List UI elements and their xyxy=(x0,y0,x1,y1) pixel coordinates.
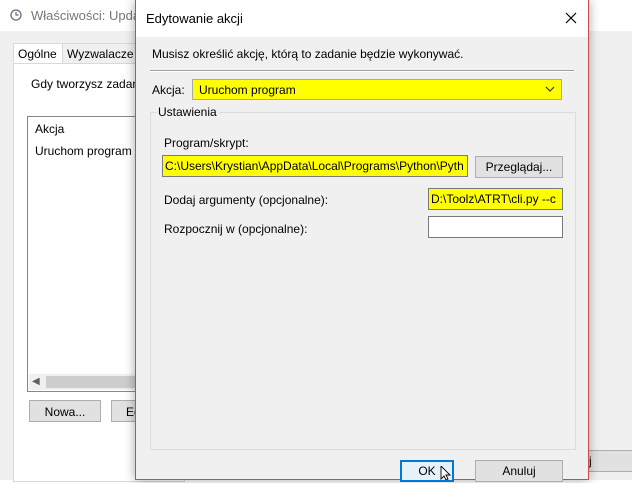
clock-icon xyxy=(10,9,22,21)
list-item[interactable]: Uruchom program xyxy=(35,144,132,158)
action-label: Akcja: xyxy=(152,83,185,97)
actions-description: Gdy tworzysz zadani xyxy=(31,77,142,91)
program-script-field[interactable]: C:\Users\Krystian\AppData\Local\Programs… xyxy=(162,155,468,177)
edit-action-dialog: Edytowanie akcji Musisz określić akcję, … xyxy=(135,0,589,482)
settings-legend: Ustawienia xyxy=(156,105,219,119)
background-window-title: Właściwości: Update xyxy=(31,8,151,23)
new-action-button[interactable]: Nowa... xyxy=(29,400,101,422)
chevron-down-icon[interactable] xyxy=(543,82,557,96)
arguments-field[interactable]: D:\Toolz\ATRT\cli.py --c xyxy=(428,188,563,210)
dialog-title-bar: Edytowanie akcji xyxy=(136,0,588,37)
close-button[interactable] xyxy=(554,5,588,31)
cancel-button[interactable]: Anuluj xyxy=(475,460,563,482)
start-in-field[interactable] xyxy=(428,216,563,238)
action-dropdown-value: Uruchom program xyxy=(199,83,296,97)
actions-list-header[interactable]: Akcja xyxy=(35,122,64,136)
close-icon xyxy=(565,12,577,24)
browse-button[interactable]: Przeglądaj... xyxy=(475,156,563,178)
tab-triggers[interactable]: Wyzwalacze xyxy=(62,43,142,64)
dialog-title: Edytowanie akcji xyxy=(146,11,243,26)
arguments-label: Dodaj argumenty (opcjonalne): xyxy=(164,193,329,207)
program-script-label: Program/skrypt: xyxy=(164,136,249,150)
separator xyxy=(150,70,574,72)
action-dropdown[interactable]: Uruchom program xyxy=(192,79,562,100)
arrow-left-icon[interactable]: ◀ xyxy=(32,374,40,390)
mouse-cursor-icon xyxy=(440,464,454,481)
dialog-instruction: Musisz określić akcję, którą to zadanie … xyxy=(152,47,464,61)
start-in-label: Rozpocznij w (opcjonalne): xyxy=(164,222,308,236)
